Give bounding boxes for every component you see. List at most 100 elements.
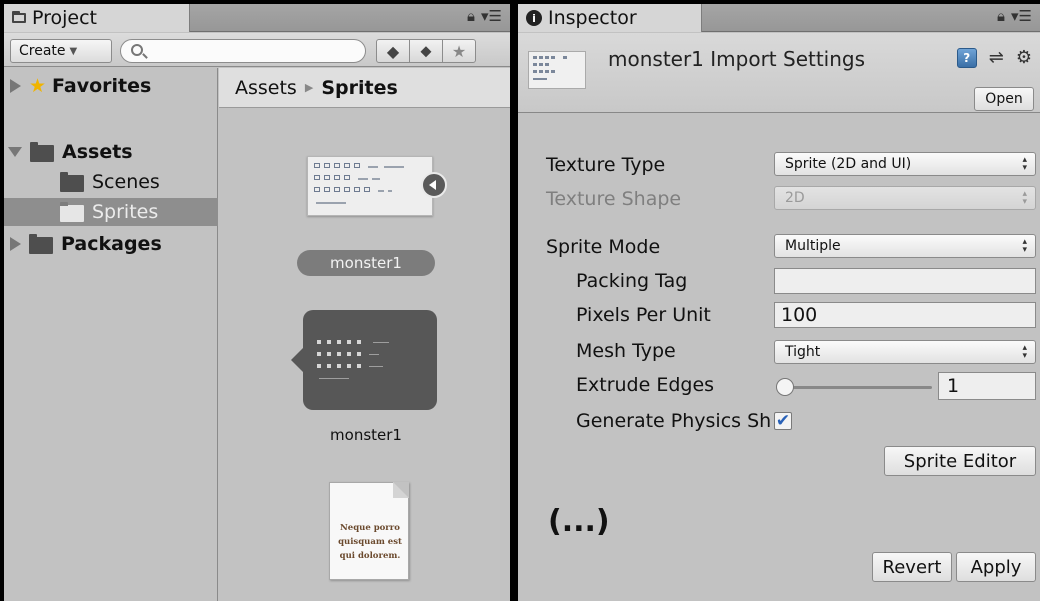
breadcrumb-root[interactable]: Assets — [235, 77, 297, 99]
text-document-icon[interactable]: Neque porro quisquam est qui dolorem. — [329, 482, 409, 580]
sprite-dot — [357, 340, 361, 344]
tree-item-packages[interactable]: Packages — [4, 230, 218, 258]
sprite-cell — [364, 187, 370, 192]
asset-label[interactable]: monster1 — [297, 426, 435, 444]
sprite-dot — [347, 352, 351, 356]
folder-icon — [60, 171, 84, 192]
sprite-cell — [314, 187, 320, 192]
favorites-star-icon: ★ — [29, 75, 47, 97]
packing-tag-field[interactable] — [774, 268, 1036, 294]
panel-menu-icon[interactable]: ▾☰ — [1011, 7, 1032, 25]
sprite-line — [368, 166, 378, 168]
sprite-cell — [551, 56, 555, 59]
mesh-type-label: Mesh Type — [576, 340, 676, 362]
generate-physics-shape-checkbox[interactable]: ✔ — [774, 412, 792, 430]
open-button[interactable]: Open — [974, 87, 1034, 111]
asset-grid: Assets ▶ Sprites monster1 monster1 Neque… — [219, 68, 510, 601]
sprite-cell — [344, 163, 350, 168]
breadcrumb-current[interactable]: Sprites — [321, 77, 397, 99]
search-icon — [131, 44, 143, 56]
inspector-header: monster1 Import Settings ? ⇌ ⚙ Open — [518, 33, 1040, 113]
sprite-line — [319, 378, 349, 379]
pixels-per-unit-field[interactable]: 100 — [774, 302, 1036, 328]
collapse-arrow-icon[interactable] — [8, 147, 22, 157]
sprite-line — [369, 366, 383, 367]
sprite-cell — [545, 63, 549, 66]
sprite-line — [372, 178, 380, 180]
texture-preview-icon — [528, 51, 586, 89]
shapes-icon: ◆ — [386, 41, 400, 61]
create-dropdown[interactable]: Create ▼ — [10, 39, 112, 63]
sprite-cell — [354, 187, 360, 192]
pixels-per-unit-label: Pixels Per Unit — [576, 304, 711, 326]
generate-physics-shape-label: Generate Physics Sh — [576, 410, 772, 432]
apply-button[interactable]: Apply — [956, 552, 1036, 582]
tree-item-assets[interactable]: Assets — [4, 138, 218, 166]
expand-arrow-icon[interactable] — [10, 79, 21, 93]
folder-icon — [12, 11, 26, 23]
asset-label-selected[interactable]: monster1 — [297, 250, 435, 276]
extrude-edges-field[interactable]: 1 — [938, 372, 1036, 400]
breadcrumb-separator-icon: ▶ — [304, 81, 314, 94]
inspector-panel: i Inspector 🔒︎ ▾☰ monster1 Import Settin… — [518, 4, 1040, 601]
sprite-line — [388, 190, 392, 192]
tab-project-label: Project — [32, 7, 98, 29]
sprite-subasset-thumbnail[interactable] — [291, 310, 437, 410]
sprite-line — [369, 354, 379, 355]
sprite-line — [384, 166, 404, 168]
extrude-edges-slider-handle[interactable] — [776, 378, 794, 396]
sprite-line — [358, 178, 368, 180]
expand-sprites-button[interactable] — [421, 172, 447, 198]
expand-arrow-icon[interactable] — [10, 237, 21, 251]
sprite-cell — [324, 175, 330, 180]
gear-icon[interactable]: ⚙ — [1016, 47, 1032, 68]
sprite-cell — [344, 175, 350, 180]
texture-thumbnail[interactable] — [307, 156, 433, 216]
sprite-line — [373, 342, 389, 343]
save-search-button[interactable]: ★ — [442, 39, 476, 63]
tree-item-scenes[interactable]: Scenes — [4, 168, 218, 196]
inspector-tabbar: i Inspector 🔒︎ ▾☰ — [518, 4, 1040, 32]
dropdown-arrows-icon: ▴ ▾ — [1022, 237, 1027, 255]
sprite-cell — [533, 70, 537, 73]
sprite-cell — [551, 70, 555, 73]
sprite-cell — [539, 63, 543, 66]
lock-icon[interactable]: 🔒︎ — [997, 7, 1005, 25]
tab-inspector-label: Inspector — [548, 7, 637, 29]
sprite-dot — [337, 352, 341, 356]
texture-type-value: Sprite (2D and UI) — [785, 156, 912, 172]
project-panel: Project 🔒︎ ▾☰ Create ▼ ◆ ⬥ ★ ★ Favorites… — [4, 4, 510, 601]
tab-project[interactable]: Project — [4, 4, 190, 32]
search-field[interactable] — [120, 39, 366, 63]
sprite-dot — [327, 352, 331, 356]
help-book-icon[interactable]: ? — [956, 47, 977, 68]
search-input[interactable] — [151, 42, 351, 60]
tab-inspector[interactable]: i Inspector — [518, 4, 702, 32]
lock-icon[interactable]: 🔒︎ — [467, 7, 475, 25]
search-by-label-button[interactable]: ⬥ — [409, 39, 443, 63]
sprite-dot — [327, 364, 331, 368]
inspector-tab-tools: 🔒︎ ▾☰ — [997, 7, 1032, 25]
sprite-editor-button[interactable]: Sprite Editor — [884, 446, 1036, 476]
packing-tag-label: Packing Tag — [576, 270, 688, 292]
inspector-header-tools: ? ⇌ ⚙ — [956, 47, 1032, 68]
texture-type-dropdown[interactable]: Sprite (2D and UI) ▴ ▾ — [774, 152, 1036, 176]
sprite-mode-dropdown[interactable]: Multiple ▴ ▾ — [774, 234, 1036, 258]
tree-item-sprites[interactable]: Sprites — [4, 198, 218, 226]
sprite-dot — [327, 340, 331, 344]
revert-button[interactable]: Revert — [872, 552, 952, 582]
search-by-type-button[interactable]: ◆ — [376, 39, 410, 63]
tree-item-favorites[interactable]: ★ Favorites — [4, 72, 218, 100]
project-toolbar: Create ▼ ◆ ⬥ ★ — [4, 33, 510, 67]
sprite-cell — [334, 187, 340, 192]
extrude-edges-slider[interactable] — [786, 386, 932, 389]
folder-tree: ★ Favorites Assets Scenes Sprites Packag… — [4, 68, 218, 601]
sprite-cell — [334, 163, 340, 168]
mesh-type-dropdown[interactable]: Tight ▴ ▾ — [774, 340, 1036, 364]
dropdown-arrows-icon: ▴ ▾ — [1022, 189, 1027, 207]
sprite-cell — [314, 163, 320, 168]
panel-menu-icon[interactable]: ▾☰ — [481, 7, 502, 25]
presets-icon[interactable]: ⇌ — [989, 47, 1004, 68]
sprite-cell — [324, 163, 330, 168]
sprite-cell — [533, 63, 537, 66]
